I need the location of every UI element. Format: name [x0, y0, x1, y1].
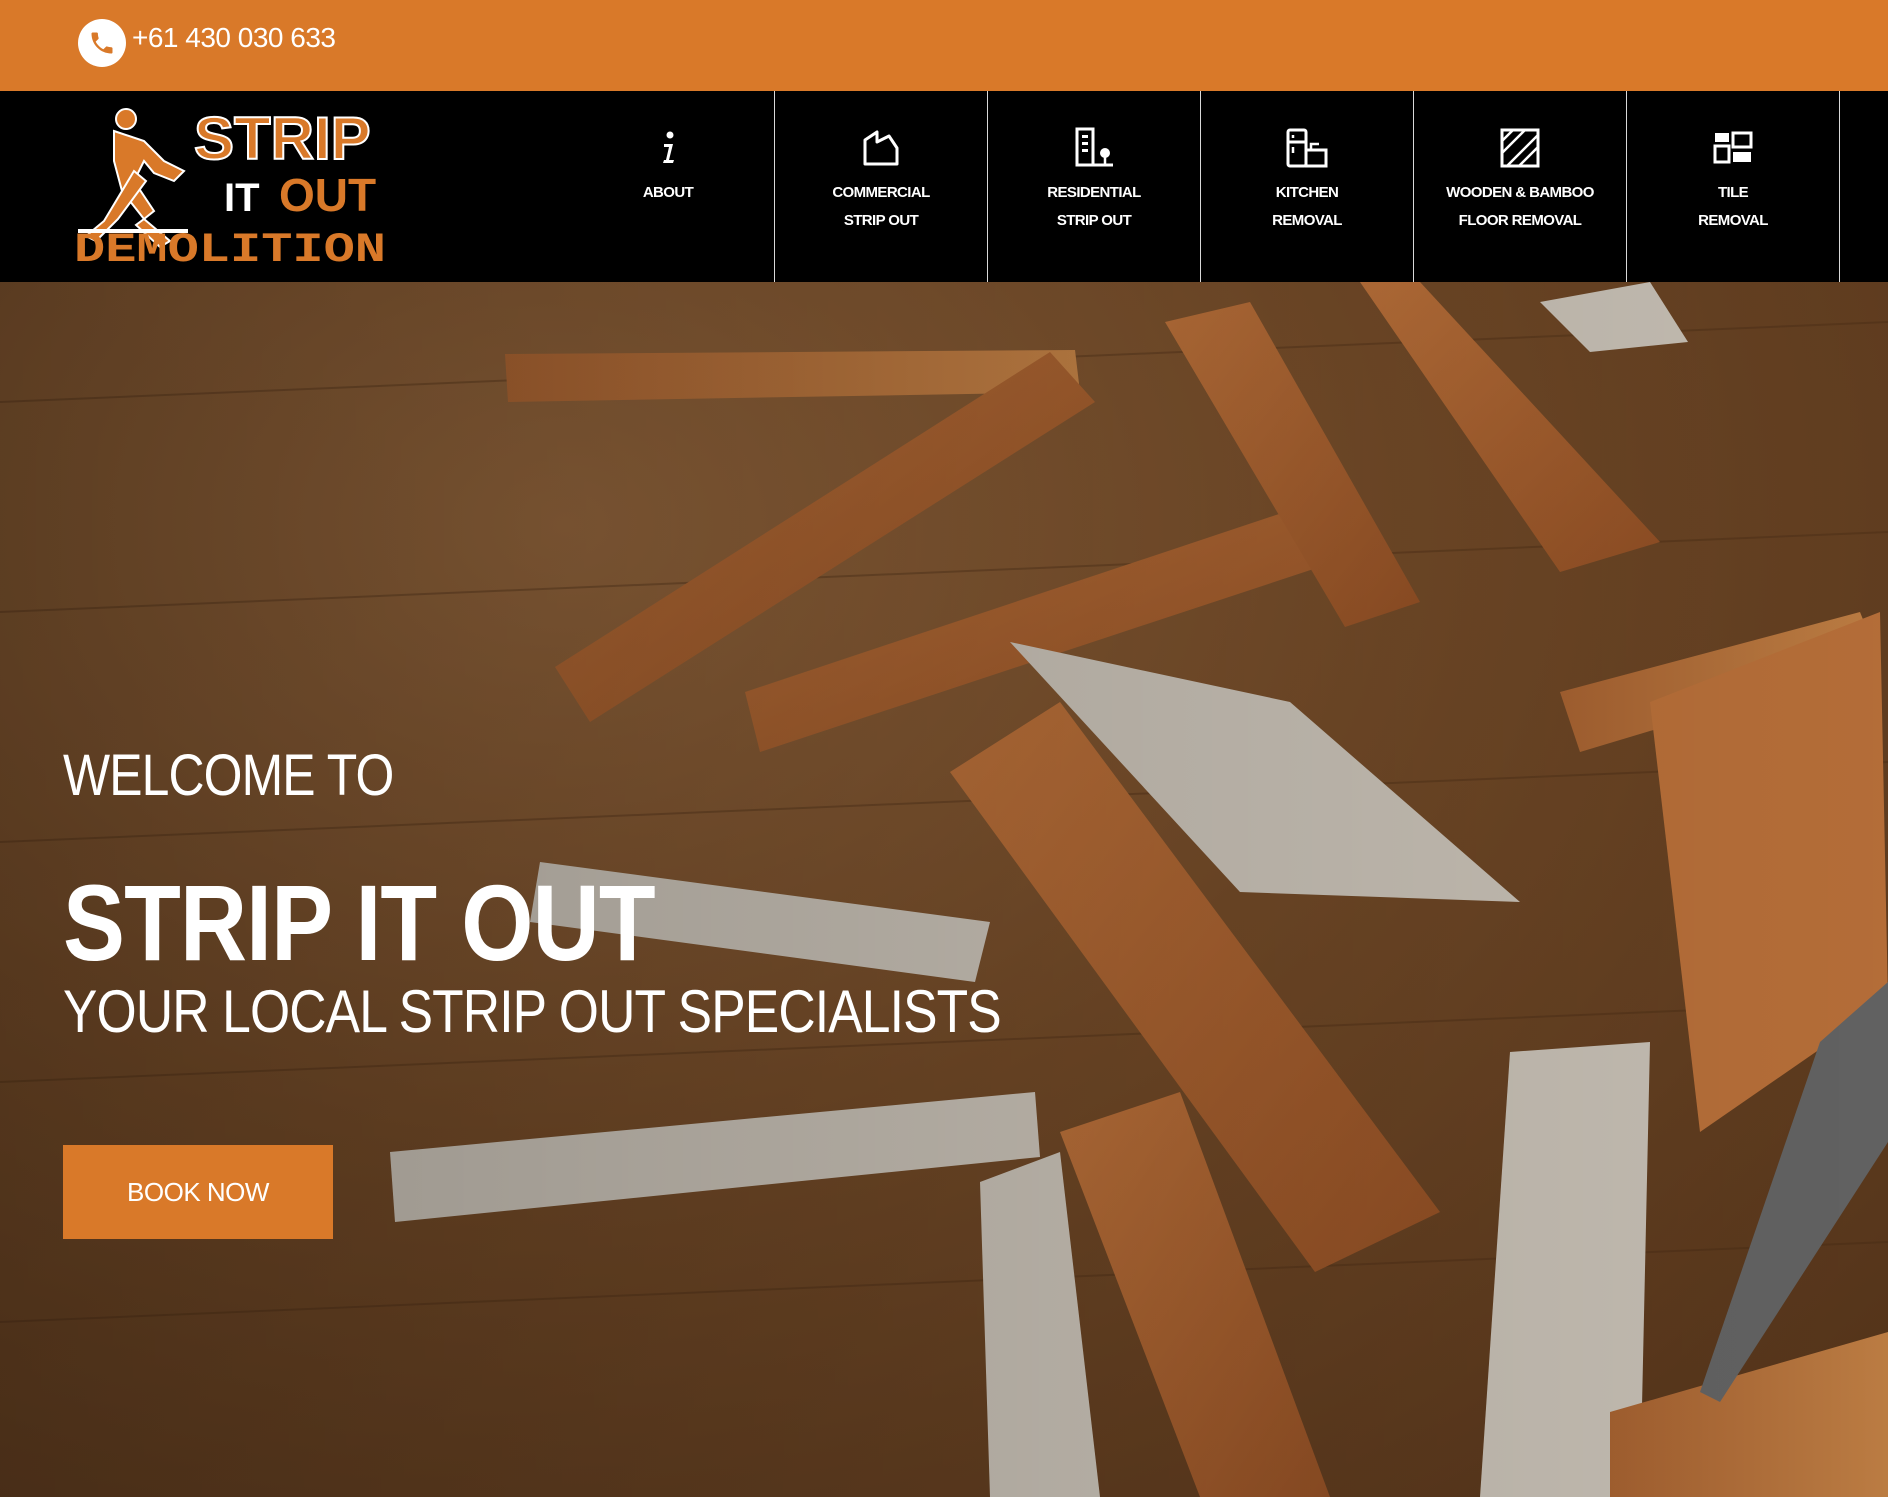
phone-number-link[interactable]: +61 430 030 633 [132, 22, 336, 54]
info-icon [663, 131, 674, 163]
site-header: STRIP IT OUT DEMOLITION ABOUT COMMERCIAL… [0, 91, 1888, 282]
hero-welcome-text: WELCOME TO [63, 743, 394, 808]
nav-label-line2: REMOVAL [1698, 212, 1768, 229]
phone-icon[interactable] [78, 19, 126, 67]
nav-item-commercial-strip-out[interactable]: COMMERCIAL STRIP OUT [775, 91, 988, 282]
nav-label-line1: COMMERCIAL [832, 184, 930, 201]
hero-banner: WELCOME TO STRIP IT OUT YOUR LOCAL STRIP… [0, 282, 1888, 1497]
nav-label-line2: REMOVAL [1272, 212, 1342, 229]
nav-item-about[interactable]: ABOUT [562, 91, 775, 282]
top-contact-bar: +61 430 030 633 [0, 0, 1888, 91]
nav-item-residential-strip-out[interactable]: RESIDENTIAL STRIP OUT [988, 91, 1201, 282]
site-logo[interactable]: STRIP IT OUT DEMOLITION [74, 101, 394, 271]
nav-label-line1: KITCHEN [1275, 184, 1339, 201]
tiles-icon [1713, 131, 1753, 164]
nav-item-tile-removal[interactable]: TILE REMOVAL [1627, 91, 1840, 282]
nav-label-line1: RESIDENTIAL [1047, 184, 1141, 201]
book-now-button[interactable]: BOOK NOW [63, 1145, 333, 1239]
nav-label-line2: STRIP OUT [1056, 212, 1132, 229]
nav-label-line1: TILE [1717, 184, 1749, 201]
logo-text-out: OUT [279, 169, 376, 221]
main-nav: ABOUT COMMERCIAL STRIP OUT RESIDENTIAL S… [562, 91, 1840, 282]
residential-building-icon [1075, 127, 1113, 167]
nav-label-line2: FLOOR REMOVAL [1458, 212, 1582, 229]
logo-text-it: IT [224, 176, 260, 220]
hero-tagline: YOUR LOCAL STRIP OUT SPECIALISTS [63, 978, 1002, 1045]
logo-text-strip: STRIP [194, 105, 371, 172]
kitchen-icon [1286, 128, 1328, 168]
hero-title: STRIP IT OUT [63, 862, 656, 983]
nav-item-wooden-bamboo-floor-removal[interactable]: WOODEN & BAMBOO FLOOR REMOVAL [1414, 91, 1627, 282]
nav-label-line1: ABOUT [642, 184, 694, 201]
floorboards-icon [1500, 128, 1540, 168]
nav-label-line2: STRIP OUT [843, 212, 919, 229]
nav-label-line1: WOODEN & BAMBOO [1446, 184, 1594, 201]
nav-item-kitchen-removal[interactable]: KITCHEN REMOVAL [1201, 91, 1414, 282]
commercial-building-icon [863, 130, 899, 166]
logo-text-demolition: DEMOLITION [74, 226, 386, 271]
